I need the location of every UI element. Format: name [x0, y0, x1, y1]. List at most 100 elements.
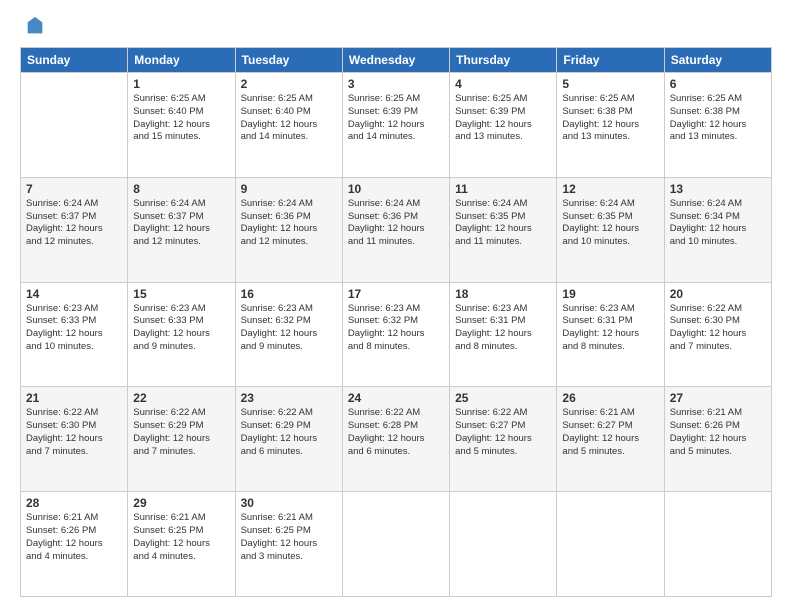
day-info: Sunrise: 6:23 AM Sunset: 6:32 PM Dayligh…	[241, 303, 337, 354]
week-row-3: 14Sunrise: 6:23 AM Sunset: 6:33 PM Dayli…	[21, 282, 772, 387]
calendar-cell: 30 Sunrise: 6:21 AM Sunset: 6:25 PM Dayli…	[235, 492, 342, 597]
calendar-cell: 10 Sunrise: 6:24 AM Sunset: 6:36 PM Dayli…	[342, 177, 449, 282]
day-info: Sunrise: 6:25 AM Sunset: 6:38 PM Dayligh…	[562, 93, 658, 144]
day-info: Sunrise: 6:24 AM Sunset: 6:36 PM Dayligh…	[348, 198, 444, 249]
day-number: 17	[348, 287, 444, 301]
day-number: 24	[348, 391, 444, 405]
day-info: Sunrise: 6:24 AM Sunset: 6:37 PM Dayligh…	[133, 198, 229, 249]
calendar-cell: 15 Sunrise: 6:23 AM Sunset: 6:33 PM Dayli…	[128, 282, 235, 387]
header-tuesday: Tuesday	[235, 48, 342, 73]
header-saturday: Saturday	[664, 48, 771, 73]
calendar-cell: 12 Sunrise: 6:24 AM Sunset: 6:35 PM Dayli…	[557, 177, 664, 282]
day-number: 15	[133, 287, 229, 301]
calendar-cell: 9 Sunrise: 6:24 AM Sunset: 6:36 PM Daylig…	[235, 177, 342, 282]
day-info: Sunrise: 6:21 AM Sunset: 6:26 PM Dayligh…	[670, 407, 766, 458]
calendar-cell: 27 Sunrise: 6:21 AM Sunset: 6:26 PM Dayli…	[664, 387, 771, 492]
calendar-cell: 28Sunrise: 6:21 AM Sunset: 6:26 PM Dayli…	[21, 492, 128, 597]
calendar-cell: 6Sunrise: 6:25 AM Sunset: 6:38 PM Daylig…	[664, 73, 771, 178]
logo	[20, 15, 46, 37]
header-thursday: Thursday	[450, 48, 557, 73]
day-number: 28	[26, 496, 122, 510]
day-number: 6	[670, 77, 766, 91]
day-info: Sunrise: 6:22 AM Sunset: 6:30 PM Dayligh…	[670, 303, 766, 354]
calendar-cell: 22 Sunrise: 6:22 AM Sunset: 6:29 PM Dayli…	[128, 387, 235, 492]
calendar-cell: 4 Sunrise: 6:25 AM Sunset: 6:39 PM Daylig…	[450, 73, 557, 178]
calendar-cell: 1 Sunrise: 6:25 AM Sunset: 6:40 PM Daylig…	[128, 73, 235, 178]
calendar-cell: 3 Sunrise: 6:25 AM Sunset: 6:39 PM Daylig…	[342, 73, 449, 178]
day-number: 5	[562, 77, 658, 91]
day-info: Sunrise: 6:22 AM Sunset: 6:28 PM Dayligh…	[348, 407, 444, 458]
day-info: Sunrise: 6:24 AM Sunset: 6:36 PM Dayligh…	[241, 198, 337, 249]
calendar-cell: 19 Sunrise: 6:23 AM Sunset: 6:31 PM Dayli…	[557, 282, 664, 387]
day-number: 2	[241, 77, 337, 91]
week-row-4: 21 Sunrise: 6:22 AM Sunset: 6:30 PM Dayli…	[21, 387, 772, 492]
day-info: Sunrise: 6:21 AM Sunset: 6:25 PM Dayligh…	[241, 512, 337, 563]
day-info: Sunrise: 6:22 AM Sunset: 6:29 PM Dayligh…	[133, 407, 229, 458]
day-number: 7	[26, 182, 122, 196]
day-number: 16	[241, 287, 337, 301]
header-friday: Friday	[557, 48, 664, 73]
day-info: Sunrise: 6:25 AM Sunset: 6:39 PM Dayligh…	[455, 93, 551, 144]
day-number: 8	[133, 182, 229, 196]
day-number: 25	[455, 391, 551, 405]
day-info: Sunrise: 6:25 AM Sunset: 6:39 PM Dayligh…	[348, 93, 444, 144]
day-number: 27	[670, 391, 766, 405]
day-info: Sunrise: 6:25 AM Sunset: 6:40 PM Dayligh…	[133, 93, 229, 144]
day-info: Sunrise: 6:24 AM Sunset: 6:35 PM Dayligh…	[562, 198, 658, 249]
day-number: 29	[133, 496, 229, 510]
calendar-cell: 13 Sunrise: 6:24 AM Sunset: 6:34 PM Dayli…	[664, 177, 771, 282]
day-info: Sunrise: 6:22 AM Sunset: 6:27 PM Dayligh…	[455, 407, 551, 458]
calendar-cell: 26 Sunrise: 6:21 AM Sunset: 6:27 PM Dayli…	[557, 387, 664, 492]
day-info: Sunrise: 6:23 AM Sunset: 6:31 PM Dayligh…	[562, 303, 658, 354]
week-row-1: 1 Sunrise: 6:25 AM Sunset: 6:40 PM Daylig…	[21, 73, 772, 178]
calendar-cell: 23Sunrise: 6:22 AM Sunset: 6:29 PM Dayli…	[235, 387, 342, 492]
calendar-cell: 5 Sunrise: 6:25 AM Sunset: 6:38 PM Daylig…	[557, 73, 664, 178]
day-number: 12	[562, 182, 658, 196]
day-info: Sunrise: 6:23 AM Sunset: 6:31 PM Dayligh…	[455, 303, 551, 354]
day-info: Sunrise: 6:23 AM Sunset: 6:32 PM Dayligh…	[348, 303, 444, 354]
calendar-cell: 21 Sunrise: 6:22 AM Sunset: 6:30 PM Dayli…	[21, 387, 128, 492]
day-info: Sunrise: 6:24 AM Sunset: 6:34 PM Dayligh…	[670, 198, 766, 249]
calendar-cell: 20 Sunrise: 6:22 AM Sunset: 6:30 PM Dayli…	[664, 282, 771, 387]
day-number: 19	[562, 287, 658, 301]
calendar-cell: 25 Sunrise: 6:22 AM Sunset: 6:27 PM Dayli…	[450, 387, 557, 492]
day-number: 30	[241, 496, 337, 510]
day-info: Sunrise: 6:23 AM Sunset: 6:33 PM Dayligh…	[133, 303, 229, 354]
page: Sunday Monday Tuesday Wednesday Thursday…	[0, 0, 792, 612]
calendar-cell: 14Sunrise: 6:23 AM Sunset: 6:33 PM Dayli…	[21, 282, 128, 387]
calendar-cell	[21, 73, 128, 178]
day-info: Sunrise: 6:24 AM Sunset: 6:37 PM Dayligh…	[26, 198, 122, 249]
weekday-header-row: Sunday Monday Tuesday Wednesday Thursday…	[21, 48, 772, 73]
calendar-cell: 8 Sunrise: 6:24 AM Sunset: 6:37 PM Daylig…	[128, 177, 235, 282]
day-info: Sunrise: 6:24 AM Sunset: 6:35 PM Dayligh…	[455, 198, 551, 249]
day-info: Sunrise: 6:21 AM Sunset: 6:27 PM Dayligh…	[562, 407, 658, 458]
day-number: 1	[133, 77, 229, 91]
header-monday: Monday	[128, 48, 235, 73]
day-number: 4	[455, 77, 551, 91]
header-wednesday: Wednesday	[342, 48, 449, 73]
day-number: 21	[26, 391, 122, 405]
calendar-cell: 16 Sunrise: 6:23 AM Sunset: 6:32 PM Dayli…	[235, 282, 342, 387]
day-number: 11	[455, 182, 551, 196]
calendar-cell: 17 Sunrise: 6:23 AM Sunset: 6:32 PM Dayli…	[342, 282, 449, 387]
day-info: Sunrise: 6:22 AM Sunset: 6:29 PM Dayligh…	[241, 407, 337, 458]
calendar-cell	[557, 492, 664, 597]
day-number: 18	[455, 287, 551, 301]
calendar-cell: 29 Sunrise: 6:21 AM Sunset: 6:25 PM Dayli…	[128, 492, 235, 597]
day-number: 13	[670, 182, 766, 196]
day-info: Sunrise: 6:22 AM Sunset: 6:30 PM Dayligh…	[26, 407, 122, 458]
day-number: 20	[670, 287, 766, 301]
logo-icon	[24, 15, 46, 37]
calendar-table: Sunday Monday Tuesday Wednesday Thursday…	[20, 47, 772, 597]
calendar-cell	[342, 492, 449, 597]
week-row-2: 7 Sunrise: 6:24 AM Sunset: 6:37 PM Daylig…	[21, 177, 772, 282]
day-number: 22	[133, 391, 229, 405]
day-info: Sunrise: 6:21 AM Sunset: 6:25 PM Dayligh…	[133, 512, 229, 563]
calendar-cell: 18 Sunrise: 6:23 AM Sunset: 6:31 PM Dayli…	[450, 282, 557, 387]
day-number: 9	[241, 182, 337, 196]
calendar-cell: 7 Sunrise: 6:24 AM Sunset: 6:37 PM Daylig…	[21, 177, 128, 282]
day-number: 26	[562, 391, 658, 405]
calendar-cell: 24 Sunrise: 6:22 AM Sunset: 6:28 PM Dayli…	[342, 387, 449, 492]
day-number: 10	[348, 182, 444, 196]
day-number: 3	[348, 77, 444, 91]
